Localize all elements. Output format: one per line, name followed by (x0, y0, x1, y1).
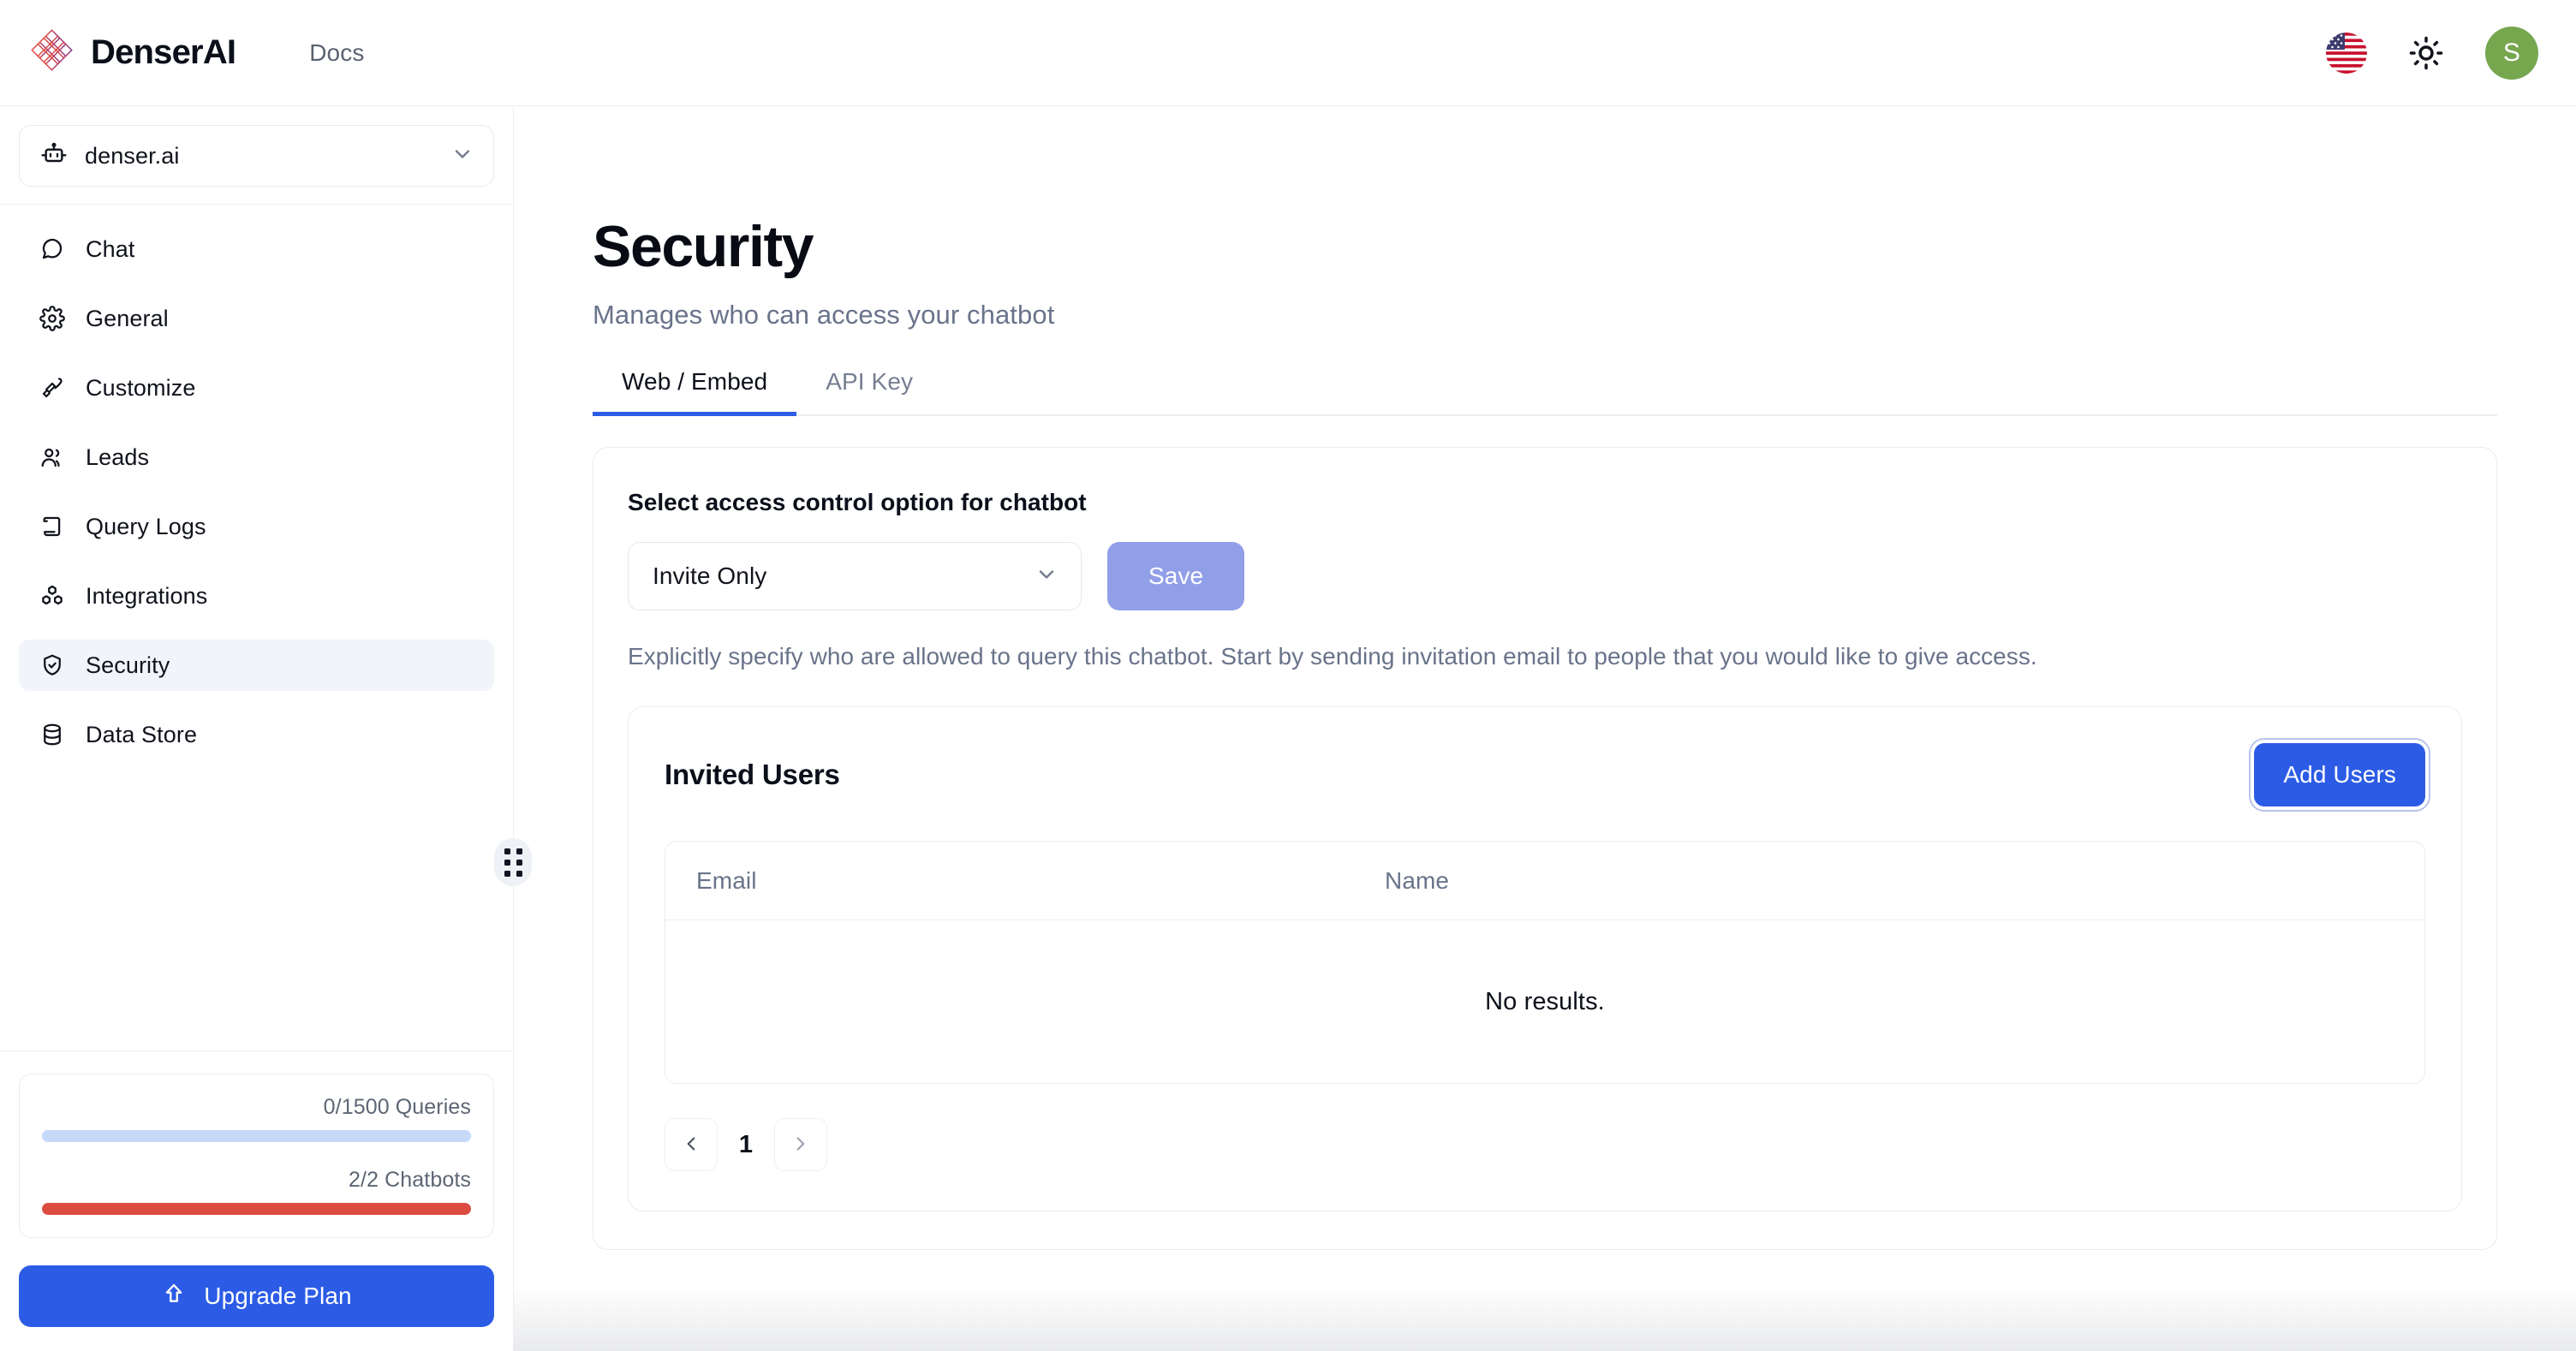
sidebar-item-integrations[interactable]: Integrations (19, 570, 494, 622)
chat-bubble-icon (38, 235, 67, 264)
denser-diamond-lattice-logo-icon (29, 28, 77, 77)
column-header-name: Name (1385, 866, 1450, 894)
access-control-label: Select access control option for chatbot (628, 489, 1087, 515)
add-users-button[interactable]: Add Users (2249, 738, 2430, 812)
tabs: Web / Embed API Key (593, 368, 2497, 416)
chevron-down-icon (1035, 562, 1058, 591)
main-content: Security Manages who can access your cha… (514, 106, 2576, 1351)
users-icon (38, 443, 67, 472)
sidebar-item-general[interactable]: General (19, 293, 494, 344)
save-button[interactable]: Save (1107, 542, 1245, 610)
avatar[interactable]: S (2485, 26, 2538, 80)
workspace-selector[interactable]: denser.ai (19, 125, 494, 187)
table-empty-message: No results. (1485, 987, 1605, 1015)
sidebar-item-leads[interactable]: Leads (19, 431, 494, 483)
queries-usage-label: 0/1500 Queries (323, 1095, 471, 1119)
access-control-row: Invite Only Save (628, 542, 2462, 610)
avatar-initial: S (2502, 38, 2521, 67)
sidebar-resize-handle[interactable] (494, 838, 532, 886)
sidebar-item-chat[interactable]: Chat (19, 223, 494, 275)
chevron-right-icon (790, 1133, 812, 1158)
invited-users-card: Invited Users Add Users Email Name No re… (628, 706, 2462, 1211)
access-control-help-text: Explicitly specify who are allowed to qu… (628, 643, 2037, 670)
queries-progress-bar (42, 1130, 471, 1142)
access-control-card: Select access control option for chatbot… (593, 447, 2497, 1250)
sidebar-item-customize[interactable]: Customize (19, 362, 494, 414)
grip-dots-icon (504, 848, 522, 877)
blocks-icon (38, 581, 67, 610)
access-control-selected-value: Invite Only (653, 562, 767, 589)
header-actions: S (2326, 26, 2538, 80)
bot-icon (40, 140, 68, 172)
page-subtitle: Manages who can access your chatbot (593, 300, 1055, 330)
invited-users-title: Invited Users (665, 759, 840, 790)
scroll-icon (38, 512, 67, 541)
pagination-prev-button[interactable] (665, 1118, 718, 1171)
page-title: Security (593, 214, 814, 279)
sidebar-item-label: Integrations (86, 582, 208, 609)
sidebar-item-label: Leads (86, 443, 150, 470)
upgrade-plan-label: Upgrade Plan (204, 1283, 352, 1309)
sidebar: denser.ai Chat General Customize Leads Q… (0, 106, 532, 1351)
arrow-up-icon (161, 1281, 187, 1312)
shield-check-icon (38, 651, 67, 680)
sidebar-nav: Chat General Customize Leads Query Logs … (0, 205, 513, 778)
bottom-fade (514, 1284, 2576, 1351)
usage-card: 0/1500 Queries 2/2 Chatbots (19, 1074, 494, 1238)
sidebar-item-query-logs[interactable]: Query Logs (19, 501, 494, 552)
table-header-row: Email Name (665, 842, 2424, 920)
tab-api-key[interactable]: API Key (796, 368, 942, 414)
column-header-email: Email (696, 866, 757, 894)
chevron-left-icon (680, 1133, 702, 1158)
pagination-current-page: 1 (738, 1130, 754, 1158)
workspace-name: denser.ai (85, 142, 180, 169)
sidebar-item-label: Query Logs (86, 513, 206, 539)
body-row: denser.ai Chat General Customize Leads Q… (0, 106, 2576, 1351)
invited-users-header: Invited Users Add Users (665, 738, 2430, 812)
chatbots-usage-label: 2/2 Chatbots (349, 1168, 471, 1192)
tab-web-embed[interactable]: Web / Embed (593, 368, 797, 416)
brand[interactable]: DenserAI (29, 28, 236, 77)
upgrade-plan-button[interactable]: Upgrade Plan (19, 1265, 494, 1327)
sidebar-footer: 0/1500 Queries 2/2 Chatbots Upgrade Plan (0, 1050, 513, 1351)
invited-users-table: Email Name No results. (665, 841, 2425, 1084)
paintbrush-icon (38, 373, 67, 402)
chatbots-progress-bar (42, 1203, 471, 1215)
sidebar-item-label: Chat (86, 235, 135, 262)
sidebar-item-label: Security (86, 652, 170, 678)
us-flag-icon[interactable] (2326, 32, 2367, 74)
access-control-select[interactable]: Invite Only (628, 542, 1082, 610)
docs-link[interactable]: Docs (309, 39, 364, 67)
sun-icon[interactable] (2405, 32, 2448, 74)
sidebar-item-label: Customize (86, 374, 196, 401)
pagination-next-button[interactable] (774, 1118, 827, 1171)
sidebar-item-data-store[interactable]: Data Store (19, 709, 494, 760)
sidebar-item-security[interactable]: Security (19, 640, 494, 691)
database-icon (38, 720, 67, 749)
sidebar-item-label: Data Store (86, 721, 198, 747)
sidebar-item-label: General (86, 305, 169, 331)
chevron-down-icon (450, 142, 474, 170)
gear-icon (38, 304, 67, 333)
app-root: DenserAI Docs S denser.ai Chat General C… (0, 0, 2576, 1351)
brand-name: DenserAI (91, 33, 236, 71)
pagination: 1 (665, 1118, 2425, 1171)
workspace-section: denser.ai (0, 106, 513, 205)
top-header: DenserAI Docs S (0, 0, 2576, 106)
